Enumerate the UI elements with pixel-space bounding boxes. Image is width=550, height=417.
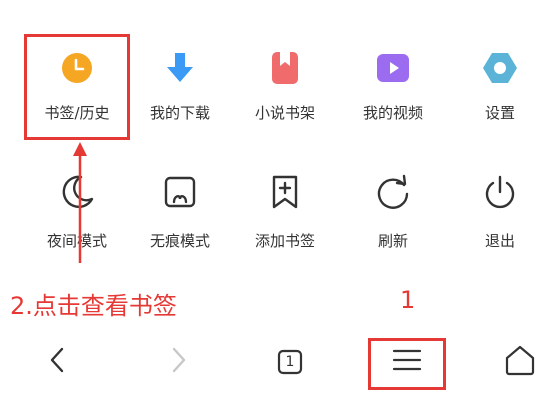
back-icon [46, 345, 70, 379]
back-button[interactable] [36, 340, 80, 384]
menu-icon [391, 347, 423, 377]
menu-item-incognito-mode[interactable]: 无痕模式 [125, 0, 235, 260]
tabs-icon: 1 [276, 348, 304, 376]
add-bookmark-icon [265, 172, 305, 212]
menu-item-label: 无痕模式 [149, 232, 210, 250]
highlight-box-bookmarks [24, 34, 130, 140]
menu-item-label: 添加书签 [254, 232, 315, 250]
tabs-button[interactable]: 1 [268, 340, 312, 384]
incognito-icon [160, 172, 200, 212]
menu-item-add-bookmark[interactable]: 添加书签 [230, 0, 340, 260]
annotation-step-2: 2.点击查看书签 [10, 292, 177, 320]
annotation-arrow [73, 142, 87, 263]
annotation-step-1: 1 [400, 286, 416, 314]
home-button[interactable] [498, 340, 542, 384]
forward-icon [166, 345, 190, 379]
forward-button[interactable] [156, 340, 200, 384]
refresh-icon [373, 172, 413, 212]
menu-item-label: 退出 [484, 232, 515, 250]
menu-item-label: 刷新 [377, 232, 408, 250]
power-icon [480, 172, 520, 212]
menu-item-refresh[interactable]: 刷新 [338, 0, 448, 260]
tabs-count: 1 [285, 354, 295, 370]
menu-item-exit[interactable]: 退出 [445, 0, 550, 260]
menu-button[interactable] [385, 340, 429, 384]
home-icon [503, 344, 537, 380]
